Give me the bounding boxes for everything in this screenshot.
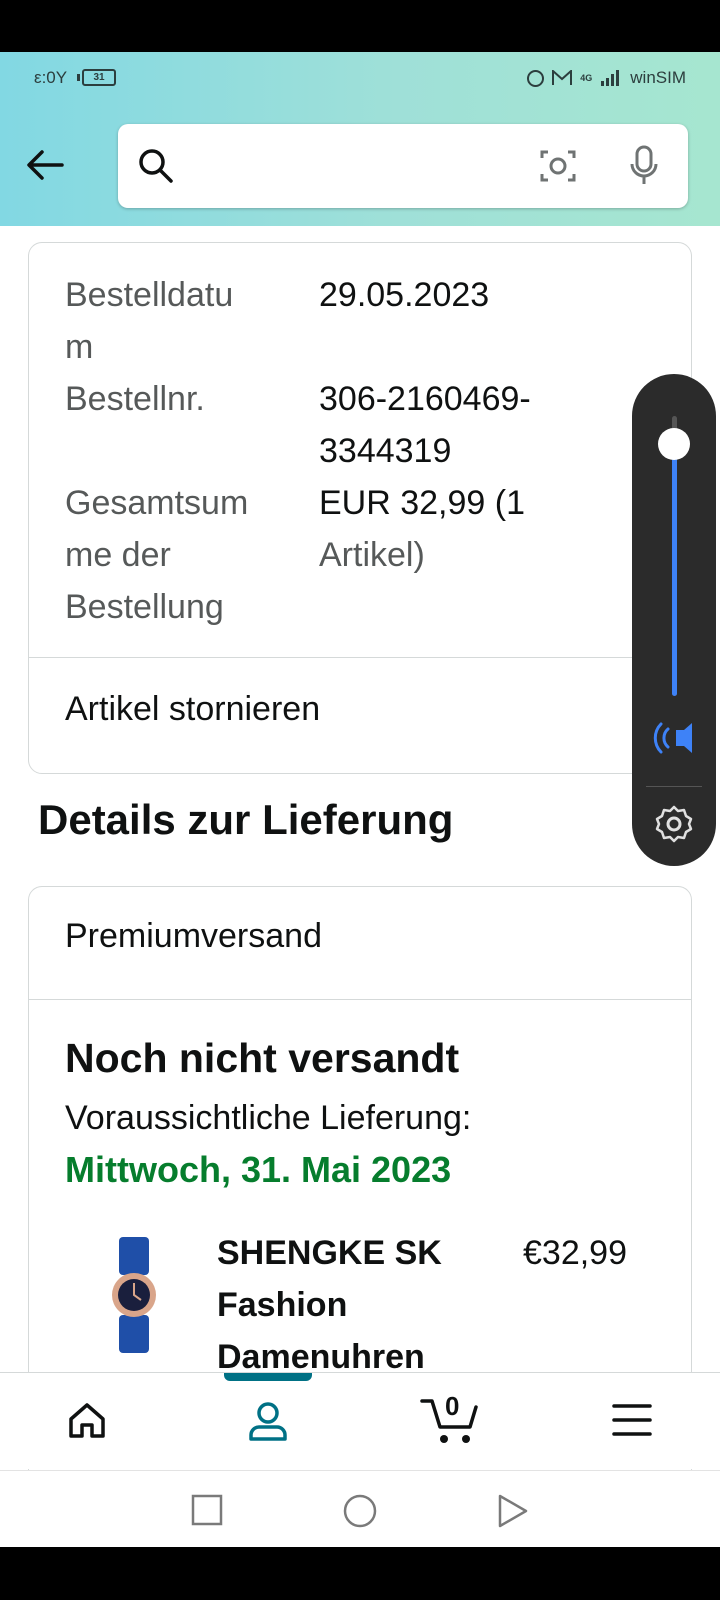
product-image[interactable] — [105, 1237, 165, 1353]
expected-delivery-date: Mittwoch, 31. Mai 2023 — [65, 1149, 452, 1190]
product-price: €32,99 — [523, 1234, 627, 1272]
home-circle-icon[interactable] — [342, 1493, 378, 1529]
gear-icon[interactable] — [654, 804, 694, 844]
recent-apps-icon[interactable] — [190, 1493, 224, 1527]
search-input[interactable] — [118, 124, 688, 208]
header: ε:0Y 31 4G winSIM — [0, 52, 720, 226]
screen-top-bezel — [0, 0, 720, 52]
back-arrow-icon[interactable] — [24, 144, 66, 186]
order-number-value-cont: 3344319 — [319, 432, 452, 470]
order-total-label-cont2: Bestellung — [65, 588, 224, 626]
shipping-method: Premiumversand — [65, 917, 322, 955]
expected-delivery-label: Voraussichtliche Lieferung: — [65, 1099, 472, 1137]
product-title-line: Fashion — [217, 1286, 348, 1324]
battery-icon: 31 — [77, 69, 116, 86]
divider — [29, 657, 691, 658]
product-title[interactable]: SHENGKE SK Fashion Damenuhren — [217, 1227, 517, 1383]
volume-slider-handle[interactable] — [658, 428, 690, 460]
status-right: 4G winSIM — [527, 68, 686, 88]
search-icon — [139, 149, 173, 183]
divider — [29, 999, 691, 1000]
signal-icon — [601, 70, 620, 86]
back-triangle-icon[interactable] — [496, 1493, 530, 1529]
cart-count: 0 — [445, 1391, 460, 1421]
menu-icon[interactable] — [612, 1403, 652, 1437]
product-title-line: SHENGKE SK — [217, 1234, 442, 1272]
delivery-section-title: Details zur Lieferung — [38, 796, 454, 843]
home-icon[interactable] — [66, 1399, 108, 1441]
order-total-value-cont: Artikel) — [319, 536, 425, 574]
screen-bottom-bezel — [0, 1547, 720, 1600]
bottom-navigation: 0 — [0, 1372, 720, 1469]
order-total-label-cont: me der — [65, 536, 171, 574]
order-total-value: EUR 32,99 (1 — [319, 484, 525, 522]
app-screen: ε:0Y 31 4G winSIM Bestelldatu m 29.05.20… — [0, 52, 720, 1547]
order-date-label-cont: m — [65, 328, 94, 366]
order-date-label: Bestelldatu — [65, 276, 234, 314]
status-time: ε:0Y — [34, 68, 68, 87]
volume-fill — [672, 444, 677, 696]
status-bar: ε:0Y 31 4G winSIM — [0, 52, 720, 106]
active-tab-indicator — [224, 1373, 312, 1381]
camera-scan-icon[interactable] — [538, 146, 578, 186]
order-number-value: 306-2160469- — [319, 380, 531, 418]
volume-panel — [632, 374, 716, 866]
divider — [646, 786, 702, 787]
circle-status-icon — [527, 69, 545, 87]
shipment-status: Noch nicht versandt — [65, 1035, 460, 1081]
system-navigation-bar — [0, 1470, 720, 1547]
order-summary-card: Bestelldatu m 29.05.2023 Bestellnr. 306-… — [28, 242, 692, 774]
order-date-value: 29.05.2023 — [319, 276, 490, 314]
cart-button[interactable]: 0 — [420, 1391, 482, 1449]
cancel-items-button[interactable]: Artikel stornieren — [65, 683, 320, 735]
microphone-icon[interactable] — [628, 144, 660, 188]
account-icon[interactable] — [246, 1399, 290, 1443]
media-volume-icon[interactable] — [652, 720, 696, 756]
order-total-label: Gesamtsum — [65, 484, 249, 522]
order-number-label: Bestellnr. — [65, 380, 205, 418]
network-type: 4G — [580, 73, 593, 83]
mail-icon — [552, 70, 573, 85]
carrier-name: winSIM — [630, 68, 686, 87]
